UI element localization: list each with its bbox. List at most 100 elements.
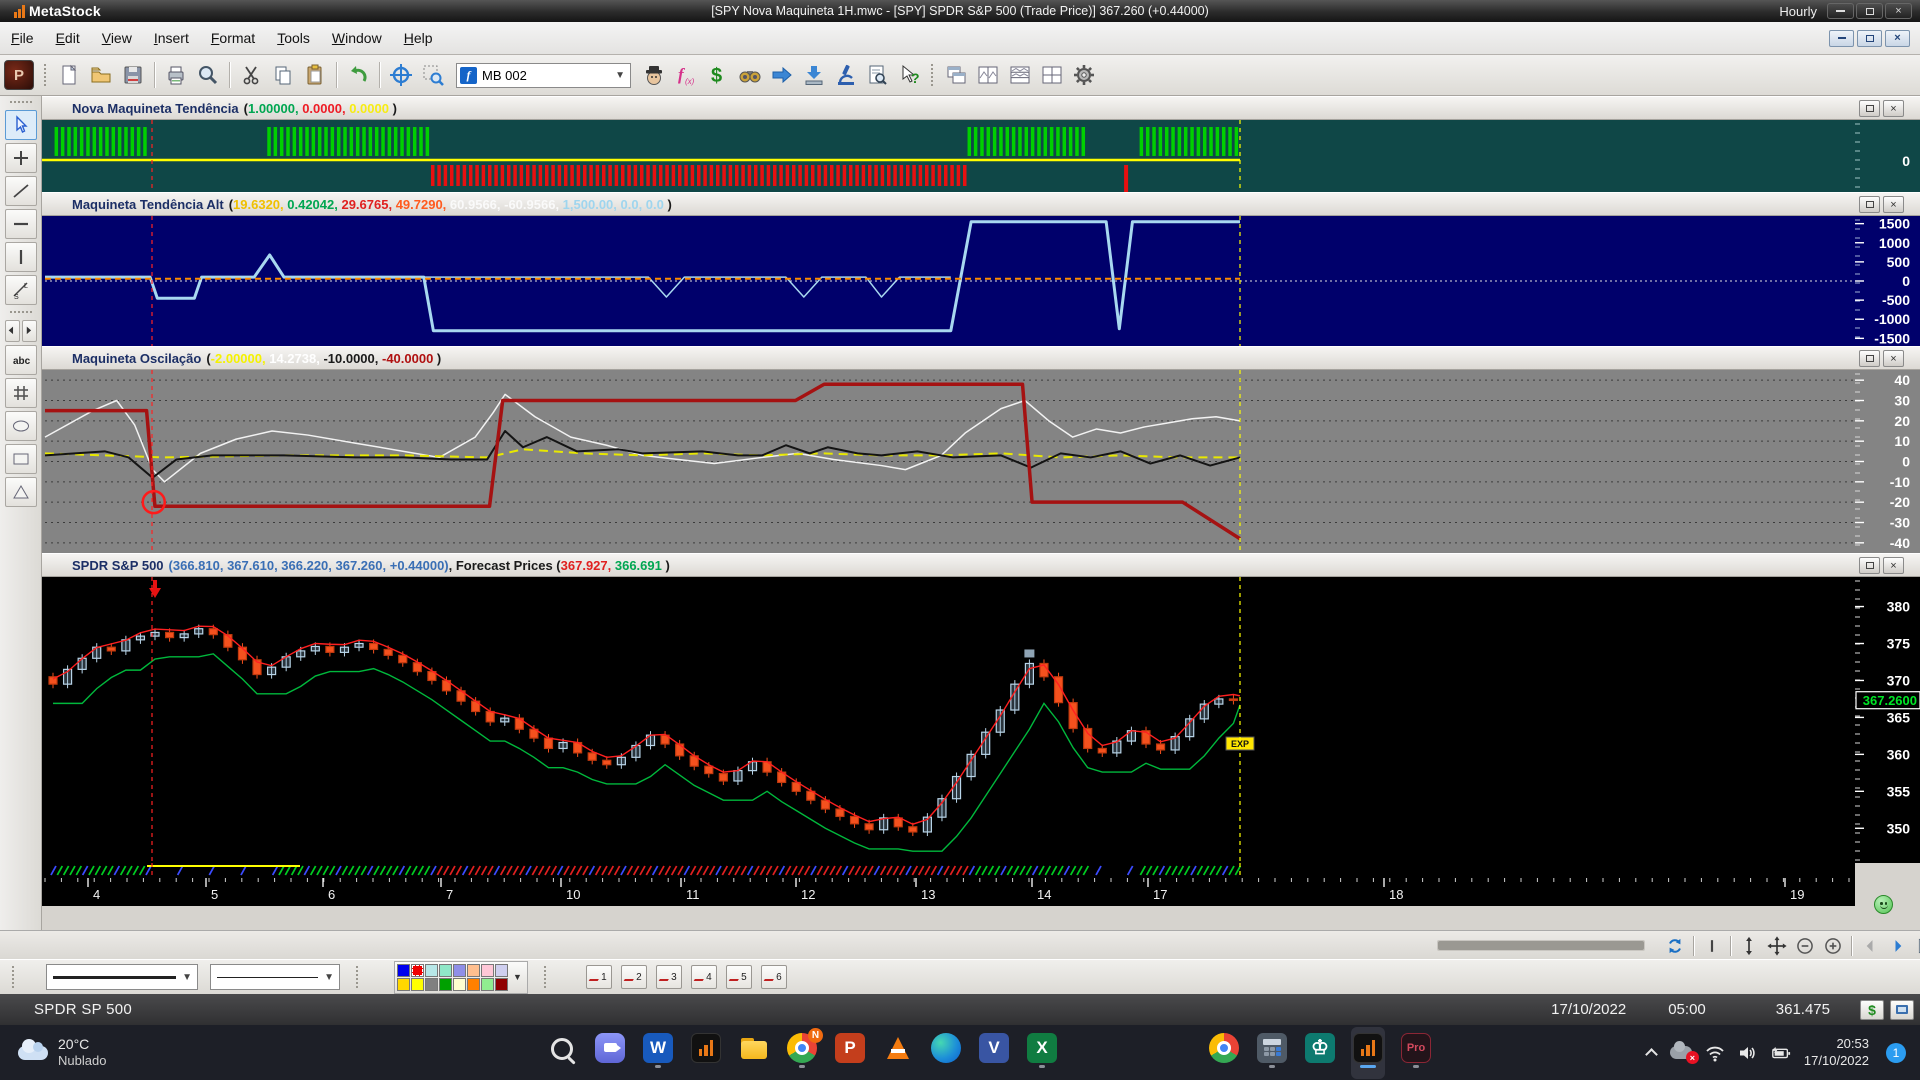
save-button[interactable] bbox=[118, 60, 148, 90]
taskbar-calculator-button[interactable] bbox=[1255, 1027, 1289, 1079]
palette-color-swatch[interactable] bbox=[467, 978, 480, 991]
page-left-button[interactable] bbox=[1857, 934, 1883, 958]
palette-color-swatch[interactable] bbox=[495, 964, 508, 977]
scroll-left-button[interactable] bbox=[5, 320, 20, 342]
text-tool-button[interactable]: abc bbox=[5, 345, 37, 375]
palette-color-swatch[interactable] bbox=[467, 964, 480, 977]
pane-title-price[interactable]: SPDR S&P 500 (366.810, 367.610, 366.220,… bbox=[42, 553, 1920, 577]
pane-price-chart[interactable]: EXP380375370365360355350367.2600 bbox=[42, 577, 1920, 863]
vertical-line-button[interactable] bbox=[5, 242, 37, 272]
print-button[interactable] bbox=[161, 60, 191, 90]
dollar-button[interactable]: $ bbox=[1860, 1000, 1884, 1020]
paste-button[interactable] bbox=[300, 60, 330, 90]
toolbar-grip[interactable] bbox=[10, 311, 32, 315]
grid-tool-button[interactable] bbox=[5, 378, 37, 408]
pane-tendencia-alt-chart[interactable]: 150010005000-500-1000-1500 bbox=[42, 216, 1920, 346]
taskbar-search-button[interactable] bbox=[545, 1027, 579, 1079]
ellipse-tool-button[interactable] bbox=[5, 411, 37, 441]
restore-button[interactable] bbox=[1856, 3, 1883, 19]
child-minimize-button[interactable] bbox=[1829, 30, 1854, 47]
palette-color-swatch[interactable] bbox=[481, 978, 494, 991]
horizontal-scrollbar[interactable] bbox=[1437, 940, 1645, 951]
line-style-combo[interactable]: ▼ bbox=[46, 964, 198, 990]
tray-overflow-icon[interactable] bbox=[1647, 1048, 1657, 1058]
undo-button[interactable] bbox=[343, 60, 373, 90]
toolbar-grip[interactable] bbox=[12, 966, 16, 988]
indicator-builder-button[interactable]: f(x) bbox=[671, 60, 701, 90]
weather-widget[interactable]: 20°C Nublado bbox=[18, 1036, 106, 1070]
menu-file[interactable]: File bbox=[0, 26, 45, 50]
volume-icon[interactable] bbox=[1738, 1044, 1758, 1062]
taskbar-metastock-button[interactable] bbox=[689, 1027, 723, 1079]
menu-format[interactable]: Format bbox=[200, 26, 266, 50]
triangle-tool-button[interactable] bbox=[5, 477, 37, 507]
pane-restore-button[interactable] bbox=[1859, 350, 1880, 367]
expert-chart-button-1[interactable]: 1 bbox=[586, 965, 612, 989]
pane-tendencia-chart[interactable]: 0 bbox=[42, 120, 1920, 192]
taskbar-chrome-button[interactable]: N bbox=[785, 1027, 819, 1079]
expert-chart-button-4[interactable]: 4 bbox=[691, 965, 717, 989]
report-button[interactable] bbox=[863, 60, 893, 90]
cut-button[interactable] bbox=[236, 60, 266, 90]
palette-color-swatch[interactable] bbox=[397, 978, 410, 991]
zoom-out-button[interactable] bbox=[1792, 934, 1818, 958]
page-right-button[interactable] bbox=[1885, 934, 1911, 958]
expert-chart-button-2[interactable]: 2 bbox=[621, 965, 647, 989]
palette-color-swatch[interactable] bbox=[453, 964, 466, 977]
line-weight-combo[interactable]: ▼ bbox=[210, 964, 340, 990]
chart-menu-button[interactable] bbox=[1913, 934, 1920, 958]
battery-icon[interactable] bbox=[1771, 1044, 1791, 1062]
stop-line-button[interactable]: SL bbox=[5, 275, 37, 305]
taskbar-excel-button[interactable]: X bbox=[1025, 1027, 1059, 1079]
find-button[interactable] bbox=[193, 60, 223, 90]
pane-oscilacao-chart[interactable]: 403020100-10-20-30-40 bbox=[42, 370, 1920, 553]
forecaster-button[interactable] bbox=[767, 60, 797, 90]
taskbar-vlc-button[interactable] bbox=[881, 1027, 915, 1079]
menu-edit[interactable]: Edit bbox=[45, 26, 91, 50]
palette-color-swatch[interactable] bbox=[425, 964, 438, 977]
palette-color-swatch[interactable] bbox=[425, 978, 438, 991]
palette-color-swatch[interactable] bbox=[495, 978, 508, 991]
context-help-button[interactable]: ? bbox=[895, 60, 925, 90]
taskbar-chrome2-button[interactable] bbox=[1207, 1027, 1241, 1079]
palette-dropdown-icon[interactable]: ▼ bbox=[510, 972, 525, 982]
symbol-combo[interactable]: f MB 002 ▼ bbox=[456, 63, 631, 88]
taskbar-chat-button[interactable] bbox=[593, 1027, 627, 1079]
palette-color-swatch[interactable] bbox=[411, 978, 424, 991]
pane-restore-button[interactable] bbox=[1859, 196, 1880, 213]
palette-color-swatch[interactable] bbox=[439, 978, 452, 991]
microscope-button[interactable] bbox=[831, 60, 861, 90]
scrollbar-thumb[interactable] bbox=[1438, 941, 1644, 950]
crosshair-tool-button[interactable] bbox=[5, 143, 37, 173]
options-gear-button[interactable] bbox=[1069, 60, 1099, 90]
rectangle-tool-button[interactable] bbox=[5, 444, 37, 474]
zoom-in-button[interactable] bbox=[1820, 934, 1846, 958]
layout-3-button[interactable] bbox=[1005, 60, 1035, 90]
pane-restore-button[interactable] bbox=[1859, 557, 1880, 574]
new-chart-button[interactable] bbox=[54, 60, 84, 90]
bar-cursor-button[interactable] bbox=[1699, 934, 1725, 958]
horizontal-line-button[interactable] bbox=[5, 209, 37, 239]
taskbar-visio-button[interactable]: V bbox=[977, 1027, 1011, 1079]
expert-chart-button-6[interactable]: 6 bbox=[761, 965, 787, 989]
expert-chart-button-5[interactable]: 5 bbox=[726, 965, 752, 989]
toolbar-grip[interactable] bbox=[44, 64, 48, 86]
crosshair-button[interactable] bbox=[386, 60, 416, 90]
wifi-icon[interactable] bbox=[1705, 1044, 1725, 1062]
menu-tools[interactable]: Tools bbox=[266, 26, 321, 50]
layout-4-button[interactable] bbox=[1037, 60, 1067, 90]
taskbar-metastock-active-button[interactable] bbox=[1351, 1027, 1385, 1079]
cascade-button[interactable] bbox=[941, 60, 971, 90]
taskbar-start-button[interactable] bbox=[497, 1027, 531, 1079]
pointer-button[interactable] bbox=[5, 110, 37, 140]
refresh-button[interactable] bbox=[1662, 934, 1688, 958]
expert-chart-button-3[interactable]: 3 bbox=[656, 965, 682, 989]
downloader-button[interactable] bbox=[799, 60, 829, 90]
menu-view[interactable]: View bbox=[91, 26, 143, 50]
onedrive-error-icon[interactable]: × bbox=[1670, 1046, 1692, 1059]
explorer-button[interactable] bbox=[639, 60, 669, 90]
taskbar-explorer-button[interactable] bbox=[737, 1027, 771, 1079]
taskbar-word-button[interactable]: W bbox=[641, 1027, 675, 1079]
tray-clock[interactable]: 20:53 17/10/2022 bbox=[1804, 1036, 1869, 1070]
child-close-button[interactable]: × bbox=[1885, 30, 1910, 47]
